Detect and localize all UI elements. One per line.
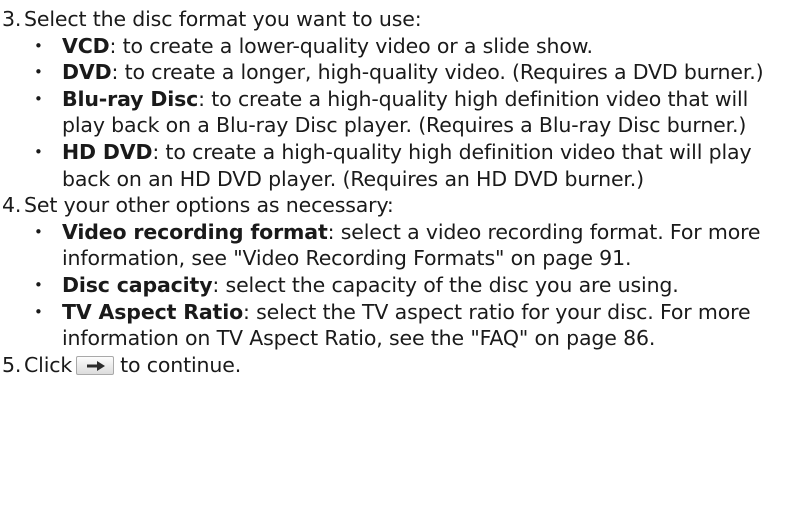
step-text-after: to continue. (120, 352, 242, 377)
bullet-icon: • (34, 222, 43, 241)
term-label: VCD (62, 33, 110, 58)
step-number: 5. (2, 352, 22, 377)
bullet-icon: • (34, 275, 43, 294)
next-button[interactable] (76, 355, 115, 375)
document-page: 3. Select the disc format you want to us… (0, 0, 800, 526)
term-description: : to create a lower-quality video or a s… (109, 33, 593, 58)
step-number: 3. (2, 7, 22, 31)
step-text-before: Click (24, 352, 73, 377)
list-item-tv-aspect-ratio: • TV Aspect Ratio: select the TV aspect … (0, 299, 800, 352)
term-description: : select the capacity of the disc you ar… (212, 272, 679, 297)
bullet-icon: • (34, 142, 43, 161)
options-list: • Video recording format: select a video… (0, 219, 800, 352)
list-item-hd-dvd: • HD DVD: to create a high-quality high … (0, 139, 800, 192)
bullet-icon: • (34, 36, 43, 55)
bullet-icon: • (34, 63, 43, 82)
step-text: Set your other options as necessary: (24, 193, 394, 218)
step-3: 3. Select the disc format you want to us… (0, 6, 800, 33)
term-label: HD DVD (62, 139, 153, 164)
step-5: 5. Click to continue. (0, 352, 800, 379)
term-label: Video recording format (62, 219, 328, 244)
term-label: TV Aspect Ratio (62, 299, 243, 324)
list-item-blu-ray: • Blu-ray Disc: to create a high-quality… (0, 86, 800, 139)
term-label: Blu-ray Disc (62, 86, 199, 111)
bullet-icon: • (34, 89, 43, 108)
term-label: Disc capacity (62, 272, 213, 297)
step-number: 4. (2, 193, 22, 218)
step-4: 4. Set your other options as necessary: (0, 192, 800, 219)
term-description: : to create a longer, high-quality video… (111, 60, 764, 85)
list-item-video-recording-format: • Video recording format: select a video… (0, 219, 800, 272)
arrow-right-icon (87, 360, 106, 371)
bullet-icon: • (34, 302, 43, 321)
term-label: DVD (62, 60, 112, 85)
list-item-disc-capacity: • Disc capacity: select the capacity of … (0, 272, 800, 299)
disc-format-list: • VCD: to create a lower-quality video o… (0, 33, 800, 193)
term-description: : to create a high-quality high definiti… (62, 139, 752, 191)
list-item-vcd: • VCD: to create a lower-quality video o… (0, 33, 800, 60)
list-item-dvd: • DVD: to create a longer, high-quality … (0, 59, 800, 86)
step-text: Select the disc format you want to use: (24, 7, 422, 31)
